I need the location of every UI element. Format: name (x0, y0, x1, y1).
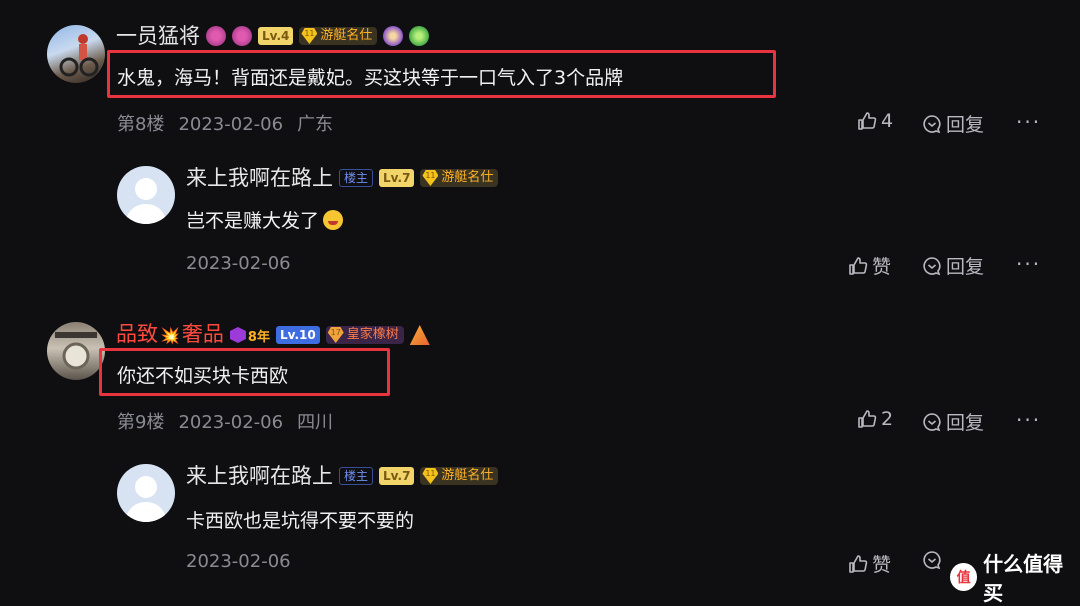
floor-number: 第9楼 (117, 412, 165, 433)
watermark-text: 什么值得买 (983, 552, 1064, 605)
reply-date: 2023-02-06 (186, 551, 291, 572)
thumbs-up-icon (858, 410, 877, 428)
medal-label: 游艇名仕 (320, 28, 373, 43)
hex-icon (229, 327, 246, 343)
reply-bubble-icon (923, 256, 941, 275)
more-options-button[interactable]: ··· (1016, 110, 1041, 134)
like-button[interactable]: 2 (857, 408, 893, 430)
like-button[interactable]: 赞 (848, 550, 891, 577)
comment-date: 2023-02-06 (178, 412, 284, 433)
thumbs-up-icon (858, 112, 877, 130)
medal-gem-icon: 11 (301, 28, 318, 44)
medal-gem-icon: 17 (327, 327, 344, 343)
username-part: 奢品 (181, 322, 224, 346)
like-count: 2 (881, 408, 894, 430)
reply-button[interactable]: 回复 (922, 408, 984, 435)
username[interactable]: 一员猛将 (116, 24, 200, 48)
like-button[interactable]: 4 (857, 110, 893, 132)
lips-icon (206, 26, 226, 46)
medal-badge[interactable]: 11 游艇名仕 (299, 27, 378, 45)
level-badge: Lv.10 (275, 326, 320, 344)
reply-date: 2023-02-06 (186, 253, 291, 274)
avatar[interactable] (47, 25, 105, 83)
reply-text-row: 岂不是赚大发了 (186, 206, 344, 233)
medal-gem-icon: 11 (422, 468, 439, 484)
medal-label: 游艇名仕 (441, 468, 494, 483)
comment-meta: 第8楼 2023-02-06 广东 (117, 110, 347, 136)
avatar-photo-icon (59, 34, 99, 77)
reply-text: 卡西欧也是坑得不要不要的 (186, 510, 415, 532)
grin-emoji-icon (323, 209, 344, 230)
username-part: 品致 (116, 322, 158, 346)
reply-label: 回复 (946, 256, 985, 278)
badge-icon (409, 325, 430, 345)
user-header: 来上我啊在路上 楼主 Lv.7 11 游艇名仕 (186, 464, 499, 488)
medal-badge[interactable]: 17 皇家橡树 (325, 326, 404, 344)
user-header: 来上我啊在路上 楼主 Lv.7 11 游艇名仕 (186, 166, 499, 190)
reply-button[interactable] (922, 550, 942, 570)
default-avatar-icon (125, 178, 167, 224)
like-label: 赞 (872, 554, 892, 576)
reply-button[interactable]: 回复 (922, 252, 984, 279)
site-watermark: 值 什么值得买 (950, 548, 1080, 606)
level-badge: Lv.4 (258, 27, 294, 45)
reply-label: 回复 (946, 114, 985, 136)
user-header: 品致 💥奢品 8年 Lv.10 17 皇家橡树 (116, 322, 430, 348)
host-badge: 楼主 (339, 467, 374, 485)
badge-icon (409, 26, 430, 46)
medal-badge[interactable]: 11 游艇名仕 (420, 467, 499, 485)
comment-date: 2023-02-06 (178, 114, 284, 135)
reply-button[interactable]: 回复 (922, 110, 984, 137)
level-badge: Lv.7 (379, 467, 415, 485)
comment-text: 你还不如买块卡西欧 (117, 365, 289, 387)
more-options-button[interactable]: ··· (1016, 252, 1041, 276)
thumbs-up-icon (849, 554, 868, 573)
reply-text: 岂不是赚大发了 (186, 210, 320, 232)
reply-label: 回复 (946, 412, 985, 434)
avatar[interactable] (117, 166, 175, 224)
member-years: 8年 (247, 329, 270, 345)
medal-label: 皇家橡树 (346, 327, 399, 342)
badge-icon (383, 26, 404, 46)
floor-number: 第8楼 (117, 114, 165, 135)
like-label: 赞 (872, 256, 892, 278)
reply-bubble-icon (923, 551, 941, 570)
user-header: 一员猛将 Lv.4 11 游艇名仕 (116, 24, 430, 48)
member-years-badge: 8年 (229, 326, 270, 345)
medal-gem-icon: 11 (422, 170, 439, 186)
username[interactable]: 来上我啊在路上 (186, 166, 333, 190)
comment-location: 广东 (297, 114, 334, 135)
medal-label: 游艇名仕 (441, 170, 494, 185)
more-options-button[interactable]: ··· (1016, 408, 1041, 432)
avatar[interactable] (117, 464, 175, 522)
comment-text: 水鬼，海马！背面还是戴妃。买这块等于一口气入了3个品牌 (117, 67, 624, 89)
username[interactable]: 品致 💥奢品 (116, 322, 224, 348)
username[interactable]: 来上我啊在路上 (186, 464, 333, 488)
like-button[interactable]: 赞 (848, 252, 891, 279)
avatar[interactable] (47, 322, 105, 380)
watch-photo-icon (55, 332, 97, 370)
comment-meta: 第9楼 2023-02-06 四川 (117, 408, 347, 434)
host-badge: 楼主 (339, 169, 374, 187)
comment-location: 四川 (297, 412, 334, 433)
medal-badge[interactable]: 11 游艇名仕 (420, 169, 499, 187)
username-emoji: 💥 (160, 326, 180, 345)
like-count: 4 (881, 110, 894, 132)
level-badge: Lv.7 (379, 169, 415, 187)
default-avatar-icon (125, 476, 167, 522)
reply-bubble-icon (923, 114, 941, 133)
lips-icon (232, 26, 252, 46)
reply-bubble-icon (923, 412, 941, 431)
thumbs-up-icon (849, 256, 868, 275)
